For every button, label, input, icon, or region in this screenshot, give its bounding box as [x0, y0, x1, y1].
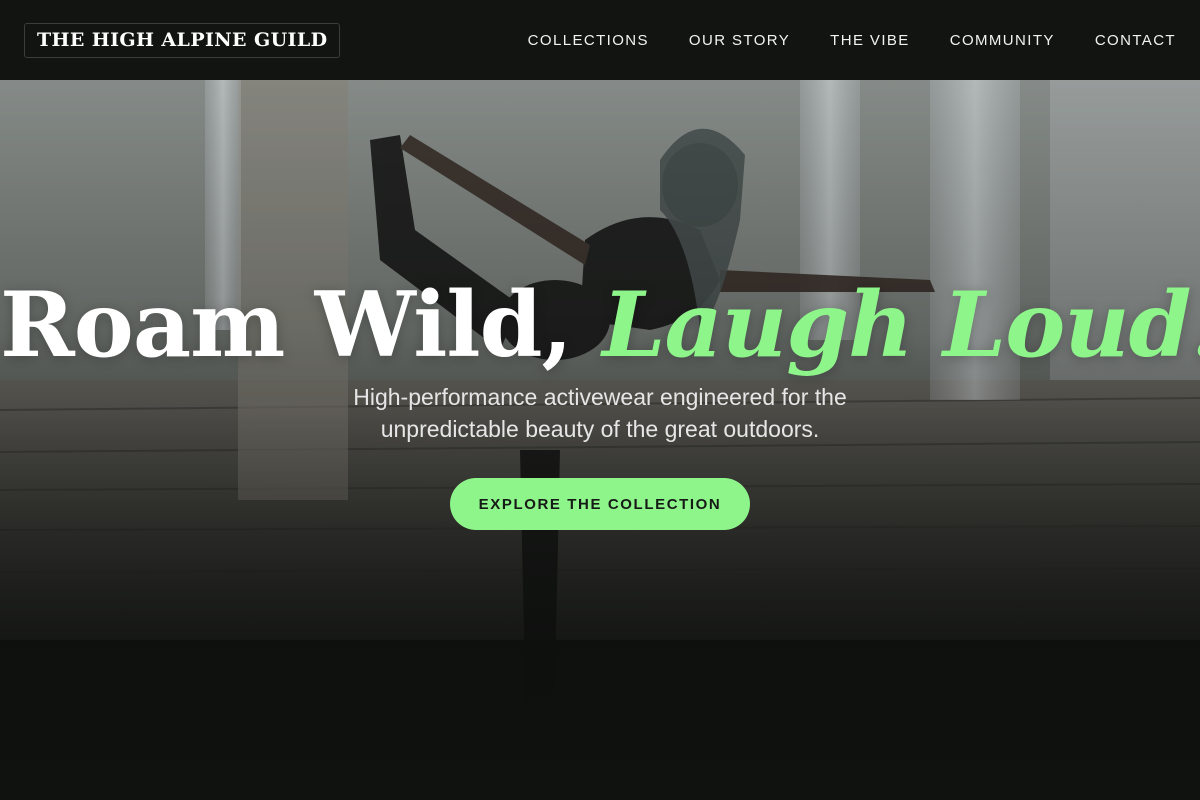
nav-link-our-story[interactable]: OUR STORY — [689, 32, 790, 49]
hero-subtitle: High-performance activewear engineered f… — [300, 381, 900, 445]
headline-accent: Laugh Loud. — [602, 272, 1200, 378]
explore-collection-button[interactable]: EXPLORE THE COLLECTION — [450, 478, 750, 530]
hero-section: Roam Wild, Laugh Loud. High-performance … — [0, 80, 1200, 800]
brand-logo[interactable]: THE HIGH ALPINE GUILD — [24, 22, 341, 58]
subtitle-line-1: High-performance activewear engineered f… — [353, 384, 847, 410]
hero-headline: Roam Wild, Laugh Loud. — [0, 270, 1200, 380]
nav-link-the-vibe[interactable]: THE VIBE — [830, 32, 910, 49]
nav-link-contact[interactable]: CONTACT — [1095, 32, 1176, 49]
nav-link-collections[interactable]: COLLECTIONS — [528, 32, 649, 49]
main-nav: COLLECTIONS OUR STORY THE VIBE COMMUNITY… — [528, 32, 1176, 49]
nav-link-community[interactable]: COMMUNITY — [950, 32, 1055, 49]
subtitle-line-2: unpredictable beauty of the great outdoo… — [380, 416, 820, 442]
headline-plain: Roam Wild, — [0, 272, 573, 378]
site-header: THE HIGH ALPINE GUILD COLLECTIONS OUR ST… — [0, 0, 1200, 80]
